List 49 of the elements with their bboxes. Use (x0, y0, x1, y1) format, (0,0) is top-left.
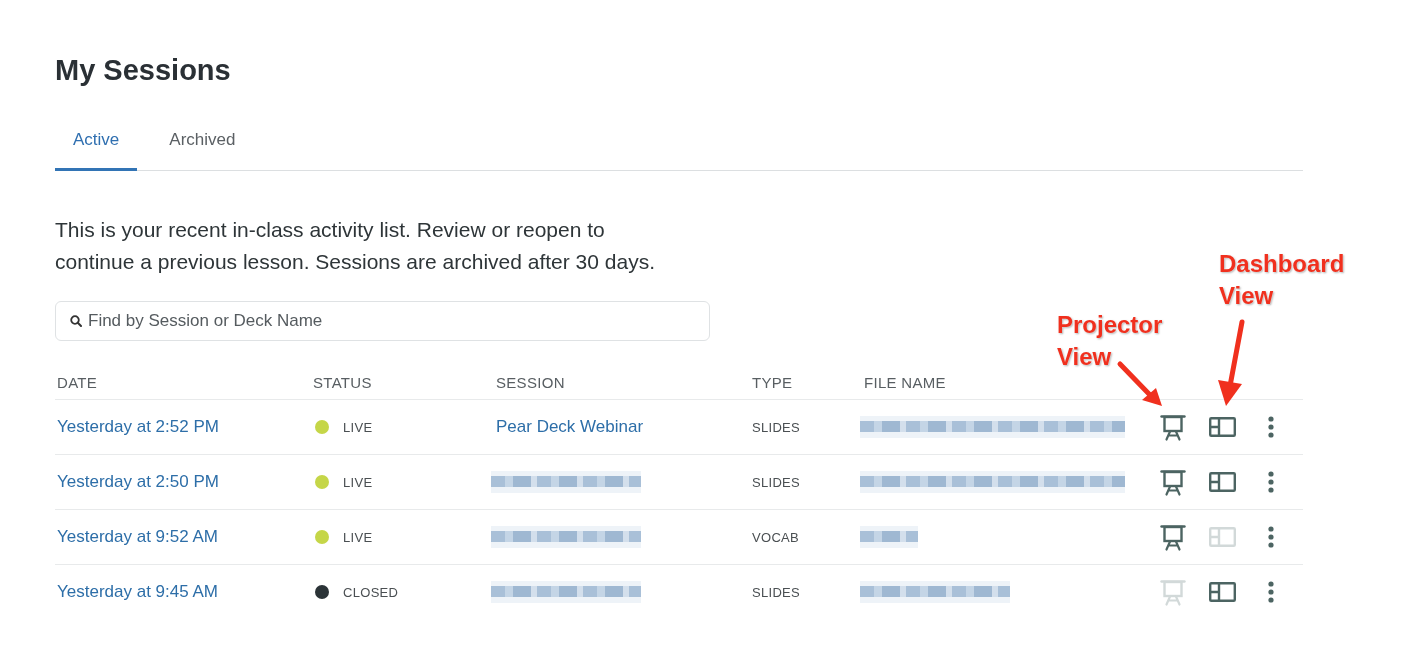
more-icon (1268, 526, 1274, 548)
dashboard-view-button[interactable] (1209, 582, 1236, 602)
more-icon (1268, 416, 1274, 438)
column-header: SESSION (495, 374, 566, 392)
status-label: LIVE (343, 419, 373, 435)
blurred-text (860, 526, 918, 548)
callout-label: Projector View (1057, 310, 1164, 372)
easel-icon (1160, 523, 1186, 551)
layout-icon (1209, 417, 1236, 437)
dashboard-view-button[interactable] (1209, 417, 1236, 437)
status-label: LIVE (343, 529, 373, 545)
column-header: FILE NAME (863, 374, 947, 392)
search-icon (70, 315, 82, 327)
more-button[interactable] (1268, 471, 1274, 493)
session-link[interactable]: Pear Deck Webinar (496, 417, 644, 437)
callout-label: Dashboard View (1219, 249, 1346, 311)
more-button[interactable] (1268, 416, 1274, 438)
status-label: LIVE (343, 474, 373, 490)
type-text: VOCAB (752, 529, 799, 545)
status-label: CLOSED (343, 584, 399, 600)
column-header: DATE (56, 374, 99, 392)
date-link[interactable]: Yesterday at 9:45 AM (57, 582, 218, 602)
projector-view-button[interactable] (1160, 468, 1186, 496)
tab[interactable]: Active (55, 118, 138, 171)
date-link[interactable]: Yesterday at 9:52 AM (57, 527, 218, 547)
column-header: STATUS (312, 374, 373, 392)
projector-view-button[interactable] (1160, 413, 1186, 441)
dashboard-view-button[interactable] (1209, 472, 1236, 492)
search-field[interactable]: Find by Session or Deck Name (55, 301, 710, 341)
date-link[interactable]: Yesterday at 2:52 PM (57, 417, 219, 437)
page-title: My Sessions (55, 53, 232, 88)
layout-icon (1209, 527, 1236, 547)
easel-icon (1160, 578, 1186, 606)
type-text: SLIDES (752, 584, 801, 600)
more-icon (1268, 471, 1274, 493)
easel-icon (1160, 468, 1186, 496)
layout-icon (1209, 582, 1236, 602)
tab[interactable]: Archived (151, 118, 254, 171)
more-button[interactable] (1268, 581, 1274, 603)
more-button[interactable] (1268, 526, 1274, 548)
type-text: SLIDES (752, 419, 801, 435)
type-text: SLIDES (752, 474, 801, 490)
more-icon (1268, 581, 1274, 603)
easel-icon (1160, 413, 1186, 441)
intro-text: This is your recent in-class activity list. Review or reopen to continue a previous lesson. Sessions are archived after 30 days. (55, 217, 656, 275)
date-link[interactable]: Yesterday at 2:50 PM (57, 472, 219, 492)
layout-icon (1209, 472, 1236, 492)
projector-view-button[interactable] (1160, 523, 1186, 551)
column-header: TYPE (751, 374, 794, 392)
